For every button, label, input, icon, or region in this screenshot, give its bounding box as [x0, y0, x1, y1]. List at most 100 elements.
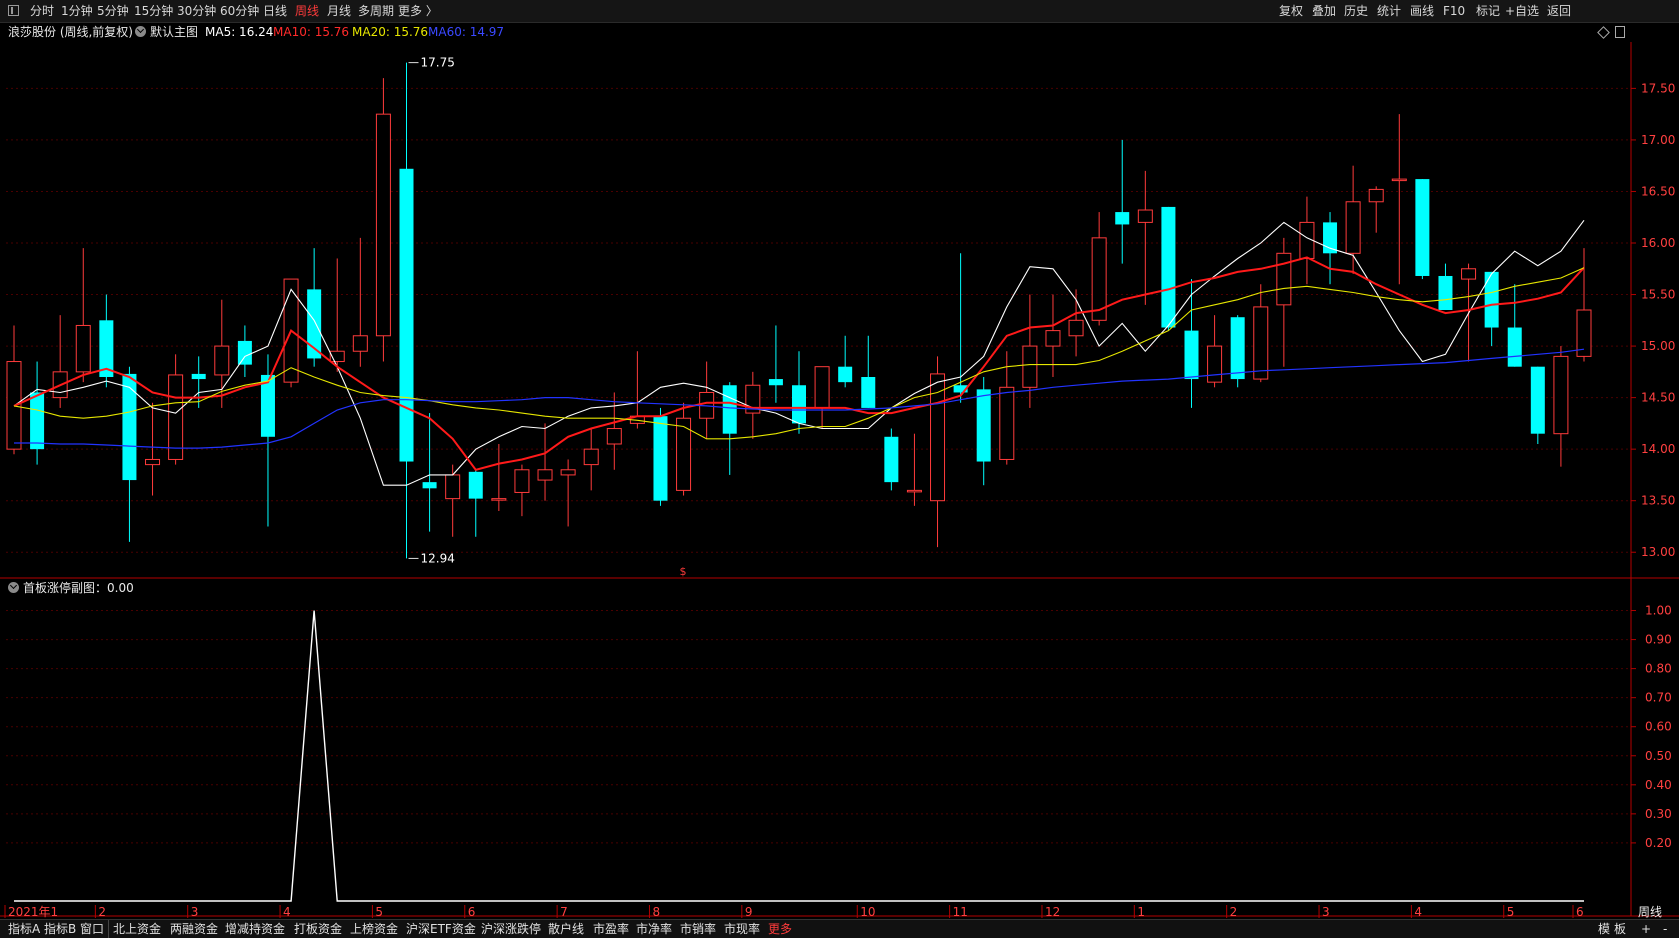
x-tick-label: 2 [1230, 905, 1238, 919]
candle-body [861, 377, 876, 408]
dropdown-icon [8, 582, 19, 593]
x-tick-label: 5 [1507, 905, 1515, 919]
candle-body [168, 374, 184, 460]
candle-body [1345, 201, 1361, 254]
retail-line-tab[interactable]: 散户线 [548, 920, 584, 938]
pb-ratio-tab[interactable]: 市净率 [636, 920, 672, 938]
candle [676, 402, 692, 496]
candle [1207, 315, 1223, 388]
candle-body [1368, 188, 1384, 203]
board-button[interactable]: 板 [1614, 920, 1626, 938]
candle [1184, 279, 1199, 408]
zoom-in-button[interactable]: + [1641, 920, 1651, 938]
sub-y-tick-label: 0.80 [1645, 662, 1672, 676]
candle-body [1045, 330, 1061, 347]
candle [30, 361, 45, 465]
candle [1391, 114, 1407, 285]
sub-y-tick-label: 0.60 [1645, 720, 1672, 734]
candle-body [1553, 355, 1569, 435]
dragon-tiger-funds-tab[interactable]: 上榜资金 [350, 920, 398, 938]
candle-body [1461, 268, 1477, 280]
window-tab[interactable]: 窗口 [80, 920, 104, 938]
candle [1345, 165, 1361, 274]
limit-board-funds-tab[interactable]: 打板资金 [294, 920, 342, 938]
x-tick-label: 9 [745, 905, 753, 919]
shareholding-change-tab[interactable]: 增减持资金 [225, 920, 285, 938]
candle-body [122, 373, 137, 481]
period-axis-label: 周线 [1638, 905, 1662, 919]
candle-body [468, 471, 483, 499]
candle [514, 464, 530, 517]
candle [560, 459, 576, 527]
limit-up-indicator-line [14, 610, 1584, 902]
x-tick-label: 2021年1 [8, 905, 58, 919]
candle [6, 325, 22, 455]
candle-body [1137, 209, 1153, 223]
candle [1553, 346, 1569, 467]
candle-body [583, 448, 599, 466]
y-tick-label: 13.00 [1641, 545, 1675, 559]
candle [1161, 206, 1176, 331]
sub-chart-title[interactable]: 首板涨停副图：0.00 [8, 580, 134, 596]
x-tick-label: 6 [1576, 905, 1584, 919]
high-price-label: 17.75 [421, 56, 455, 70]
candle-body [1230, 317, 1245, 380]
candle-body [1484, 271, 1499, 328]
x-tick-label: 2 [98, 905, 106, 919]
ps-ratio-tab[interactable]: 市销率 [680, 920, 716, 938]
candle [191, 356, 206, 408]
candle-body [1507, 327, 1522, 367]
pe-ratio-tab[interactable]: 市盈率 [593, 920, 629, 938]
candle-body [999, 386, 1015, 460]
more-indicators-tab[interactable]: 更多 [768, 920, 792, 938]
candle-body [145, 458, 161, 466]
candle [768, 325, 783, 403]
candle-body [1115, 212, 1130, 225]
candle [352, 237, 368, 367]
candle [606, 392, 622, 470]
candle-body [352, 335, 368, 352]
candle [1137, 170, 1153, 305]
zoom-out-button[interactable]: - [1663, 920, 1667, 938]
low-price-label: 12.94 [421, 551, 455, 565]
candle-body [606, 428, 622, 445]
indicator-tab-b[interactable]: 指标B [44, 920, 76, 938]
candle-body [1184, 330, 1199, 380]
candle [491, 444, 507, 511]
candle [1115, 139, 1130, 264]
candle [1253, 284, 1269, 383]
sub-y-tick-label: 1.00 [1645, 604, 1672, 618]
candle [537, 423, 553, 501]
candle [75, 248, 91, 383]
candle-body [884, 436, 899, 483]
candle [99, 294, 114, 388]
y-tick-label: 14.00 [1641, 442, 1675, 456]
margin-funds-tab[interactable]: 两融资金 [170, 920, 218, 938]
candle [1576, 248, 1592, 362]
candle-body [976, 389, 991, 462]
northbound-funds-tab[interactable]: 北上资金 [113, 920, 161, 938]
pcf-ratio-tab[interactable]: 市现率 [724, 920, 760, 938]
x-tick-label: 6 [468, 905, 476, 919]
candle-body [838, 366, 853, 383]
indicator-tab-a[interactable]: 指标A [8, 920, 40, 938]
x-tick-label: 3 [191, 905, 199, 919]
x-tick-label: 4 [283, 905, 291, 919]
candle [1530, 366, 1545, 444]
candle [1230, 315, 1245, 388]
y-tick-label: 13.50 [1641, 494, 1675, 508]
etf-funds-tab[interactable]: 沪深ETF资金 [406, 920, 476, 938]
sub-chart-label: 首板涨停副图：0.00 [23, 581, 134, 595]
y-tick-label: 17.00 [1641, 133, 1675, 147]
candle [237, 325, 252, 377]
x-tick-label: 3 [1322, 905, 1330, 919]
candle [583, 428, 599, 491]
sub-y-tick-label: 0.20 [1645, 836, 1672, 850]
template-button[interactable]: 模 [1598, 920, 1610, 938]
x-tick-label: 4 [1414, 905, 1422, 919]
candle-body [399, 168, 414, 462]
candle-body [1161, 206, 1176, 328]
candle-body [1530, 366, 1545, 434]
candle [329, 258, 345, 372]
limit-up-down-tab[interactable]: 沪深涨跌停 [481, 920, 541, 938]
